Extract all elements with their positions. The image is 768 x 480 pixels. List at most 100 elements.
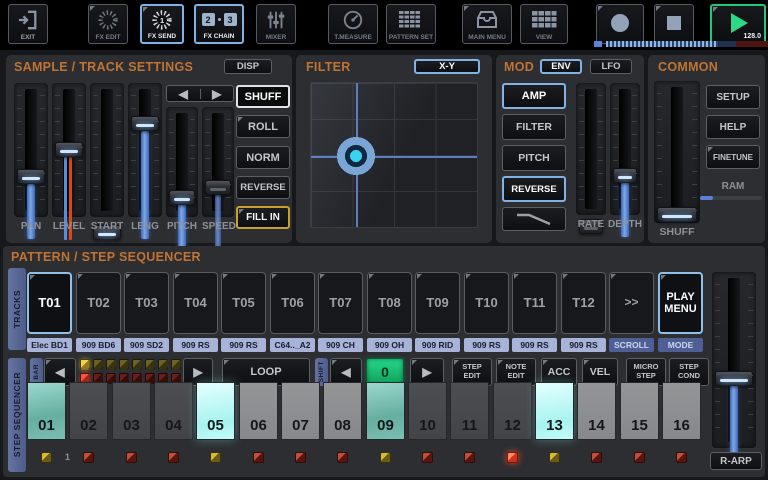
setup-button[interactable]: SETUP xyxy=(706,85,760,109)
step-flag-02 xyxy=(83,452,94,463)
track-tab-t12[interactable]: T12 xyxy=(561,272,606,334)
mod-panel-title: MOD xyxy=(504,60,534,74)
length-slider[interactable] xyxy=(128,83,162,217)
step-16[interactable]: 16 xyxy=(662,382,701,440)
step-08[interactable]: 08 xyxy=(323,382,362,440)
track-tab-t01[interactable]: T01 xyxy=(27,272,72,334)
step-07[interactable]: 07 xyxy=(281,382,320,440)
step-15[interactable]: 15 xyxy=(620,382,659,440)
level-label: LEVEL xyxy=(52,221,86,232)
step-flag-11 xyxy=(464,452,475,463)
record-button[interactable] xyxy=(596,4,644,44)
mod-amp-button[interactable]: AMP xyxy=(502,83,566,109)
progress-marker xyxy=(594,41,602,47)
fill-in-button[interactable]: FILL IN xyxy=(236,206,290,229)
stop-button[interactable] xyxy=(654,4,694,44)
step-03[interactable]: 03 xyxy=(112,382,151,440)
pitch-label: PITCH xyxy=(166,221,198,232)
step-flag-12 xyxy=(507,452,518,463)
play-menu-tab[interactable]: PLAY MENU xyxy=(658,272,703,334)
common-panel: COMMON SHUFF SETUP HELP FINETUNE RAM xyxy=(648,55,765,243)
exit-button[interactable]: EXIT xyxy=(8,4,48,44)
step-09[interactable]: 09 xyxy=(366,382,405,440)
r-arp-button[interactable]: R-ARP xyxy=(710,452,762,470)
step-13[interactable]: 13 xyxy=(535,382,574,440)
track-tab-t05[interactable]: T05 xyxy=(221,272,266,334)
ram-label: RAM xyxy=(706,181,760,192)
fx-chain-button[interactable]: 2 3 FX CHAIN xyxy=(194,4,244,44)
disp-button[interactable]: DISP xyxy=(224,59,272,74)
step-14[interactable]: 14 xyxy=(577,382,616,440)
sample-chip-t06: C64.._A2 xyxy=(270,338,315,352)
track-tab-t02[interactable]: T02 xyxy=(76,272,121,334)
env-shape-button[interactable] xyxy=(502,207,566,231)
track-tab-t04[interactable]: T04 xyxy=(173,272,218,334)
track-tab-t07[interactable]: T07 xyxy=(318,272,363,334)
common-shuffle-slider[interactable] xyxy=(654,81,700,223)
norm-button[interactable]: NORM xyxy=(236,146,290,169)
ram-meter-fill xyxy=(700,196,713,200)
pattern-panel: PATTERN / STEP SEQUENCER TRACKS T01 T02 … xyxy=(3,246,765,477)
fx-edit-button[interactable]: FX EDIT xyxy=(88,4,128,44)
pattern-set-button[interactable]: PATTERN SET xyxy=(386,4,436,44)
xy-puck[interactable] xyxy=(336,136,376,176)
finetune-button[interactable]: FINETUNE xyxy=(706,145,760,169)
length-label: LENG xyxy=(128,221,162,232)
ram-meter xyxy=(700,196,762,200)
play-button[interactable]: 128.0 xyxy=(710,4,766,44)
speed-slider[interactable] xyxy=(202,107,234,217)
sample-prev-arrow[interactable]: ◀ xyxy=(167,87,200,101)
roll-button[interactable]: ROLL xyxy=(236,115,290,138)
view-button[interactable]: VIEW xyxy=(520,4,568,44)
track-tab-t03[interactable]: T03 xyxy=(124,272,169,334)
mod-reverse-button[interactable]: REVERSE xyxy=(502,176,566,202)
mod-rate-slider[interactable] xyxy=(576,83,606,215)
progress-bar-end xyxy=(736,41,768,47)
step-05[interactable]: 05 xyxy=(196,382,235,440)
track-tab-t09[interactable]: T09 xyxy=(415,272,460,334)
step-flag-05 xyxy=(210,452,221,463)
track-scroll-tab[interactable]: >> xyxy=(609,272,654,334)
help-button[interactable]: HELP xyxy=(706,115,760,139)
step-12[interactable]: 12 xyxy=(493,382,532,440)
step-06[interactable]: 06 xyxy=(239,382,278,440)
t-measure-label: T.MEASURE xyxy=(334,34,372,41)
pan-slider[interactable] xyxy=(14,83,48,217)
bar-led xyxy=(158,359,168,370)
mod-pitch-button[interactable]: PITCH xyxy=(502,145,566,171)
step-01[interactable]: 01 xyxy=(27,382,66,440)
mod-depth-slider[interactable] xyxy=(610,83,640,215)
fx-send-badge: 1 xyxy=(160,15,164,24)
track-tab-t11[interactable]: T11 xyxy=(512,272,557,334)
stop-icon xyxy=(655,5,693,41)
pitch-slider[interactable] xyxy=(166,107,198,217)
t-measure-button[interactable]: T.MEASURE xyxy=(328,4,378,44)
mixer-button[interactable]: MIXER xyxy=(256,4,296,44)
step-11[interactable]: 11 xyxy=(450,382,489,440)
start-slider[interactable] xyxy=(90,83,124,217)
step-10[interactable]: 10 xyxy=(408,382,447,440)
reverse-button[interactable]: REVERSE xyxy=(236,176,290,199)
sample-chip-t10: 909 RS xyxy=(464,338,509,352)
shuffle-button[interactable]: SHUFF xyxy=(236,85,290,108)
sample-next-arrow[interactable]: ▶ xyxy=(201,87,234,101)
page-indicator: 1 xyxy=(65,452,70,462)
step-02[interactable]: 02 xyxy=(69,382,108,440)
track-tab-t10[interactable]: T10 xyxy=(464,272,509,334)
mixer-faders-icon xyxy=(257,5,295,34)
track-tab-t06[interactable]: T06 xyxy=(270,272,315,334)
level-slider[interactable] xyxy=(52,83,86,217)
fx-send-button[interactable]: 1 FX SEND xyxy=(140,4,184,44)
track-tab-t08[interactable]: T08 xyxy=(367,272,412,334)
env-button[interactable]: ENV xyxy=(540,59,582,74)
decay-envelope-icon xyxy=(514,211,554,227)
pattern-scroll-slider[interactable] xyxy=(712,272,756,448)
step-04[interactable]: 04 xyxy=(154,382,193,440)
filter-xy-pad[interactable] xyxy=(310,82,478,228)
mod-filter-button[interactable]: FILTER xyxy=(502,114,566,140)
xy-mode-button[interactable]: X-Y xyxy=(414,59,480,74)
main-menu-button[interactable]: MAIN MENU xyxy=(462,4,512,44)
lfo-button[interactable]: LFO xyxy=(590,59,632,74)
common-shuffle-label: SHUFF xyxy=(654,226,700,238)
step-sequencer-chip: STEP SEQUENCER xyxy=(8,358,26,472)
